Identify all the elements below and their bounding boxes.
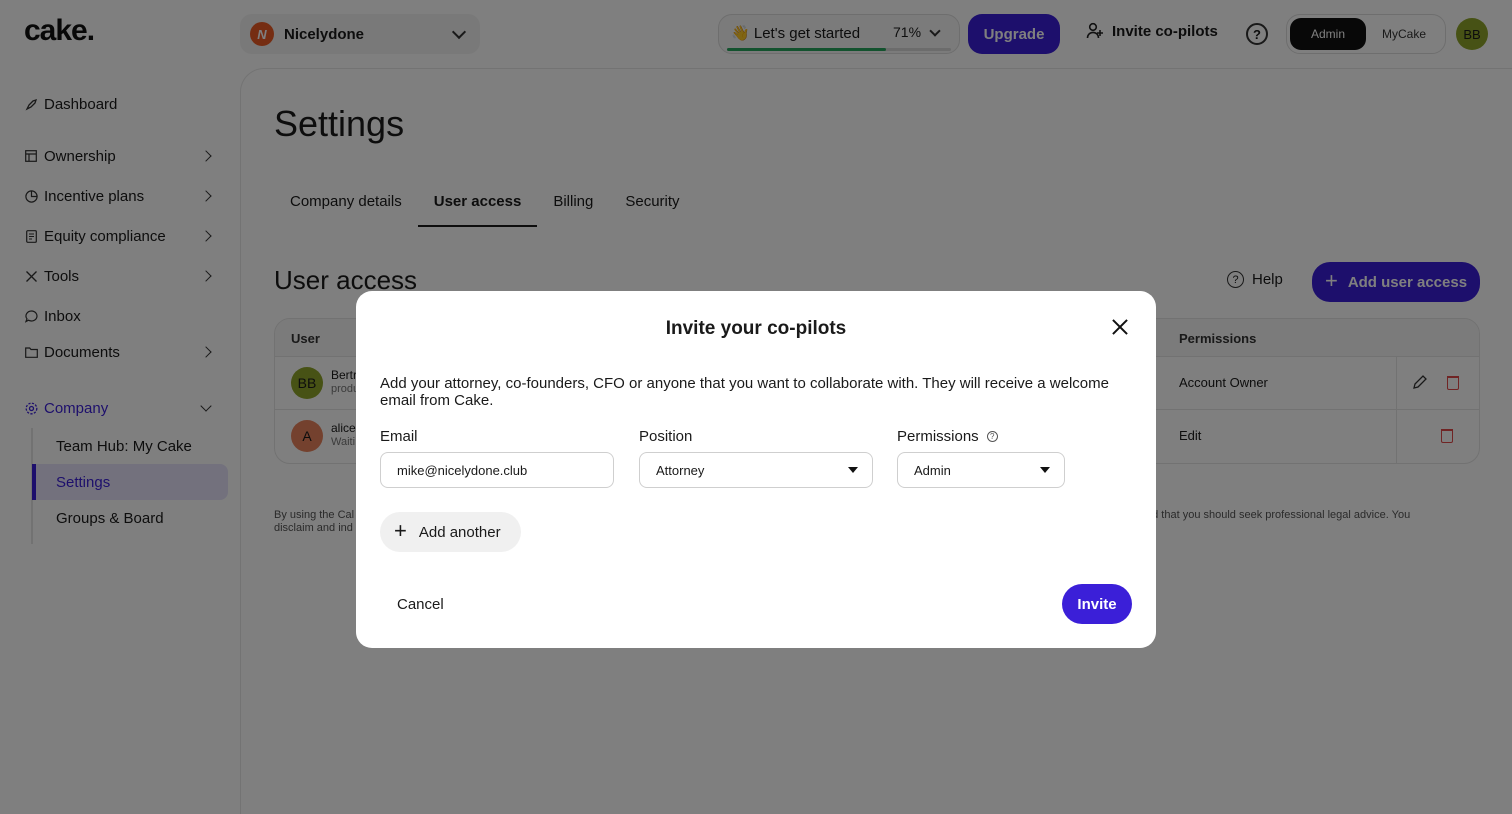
- invite-button[interactable]: Invite: [1062, 584, 1132, 624]
- add-another-button[interactable]: + Add another: [380, 512, 521, 552]
- caret-down-icon: [848, 467, 858, 473]
- cancel-button[interactable]: Cancel: [380, 584, 460, 624]
- position-label: Position: [639, 428, 693, 445]
- position-select[interactable]: Attorney: [639, 452, 873, 488]
- permissions-select[interactable]: Admin: [897, 452, 1065, 488]
- plus-icon: +: [394, 518, 407, 543]
- email-label: Email: [380, 428, 418, 445]
- info-icon[interactable]: ?: [986, 431, 998, 442]
- modal-title: Invite your co-pilots: [665, 318, 847, 339]
- close-icon[interactable]: [1110, 317, 1130, 337]
- email-field[interactable]: mike@nicelydone.club: [380, 452, 614, 488]
- permissions-label: Permissions ?: [897, 428, 998, 445]
- modal-description: Add your attorney, co-founders, CFO or a…: [380, 375, 1109, 409]
- invite-co-pilots-modal: Invite your co-pilots Add your attorney,…: [356, 291, 1156, 648]
- caret-down-icon: [1040, 467, 1050, 473]
